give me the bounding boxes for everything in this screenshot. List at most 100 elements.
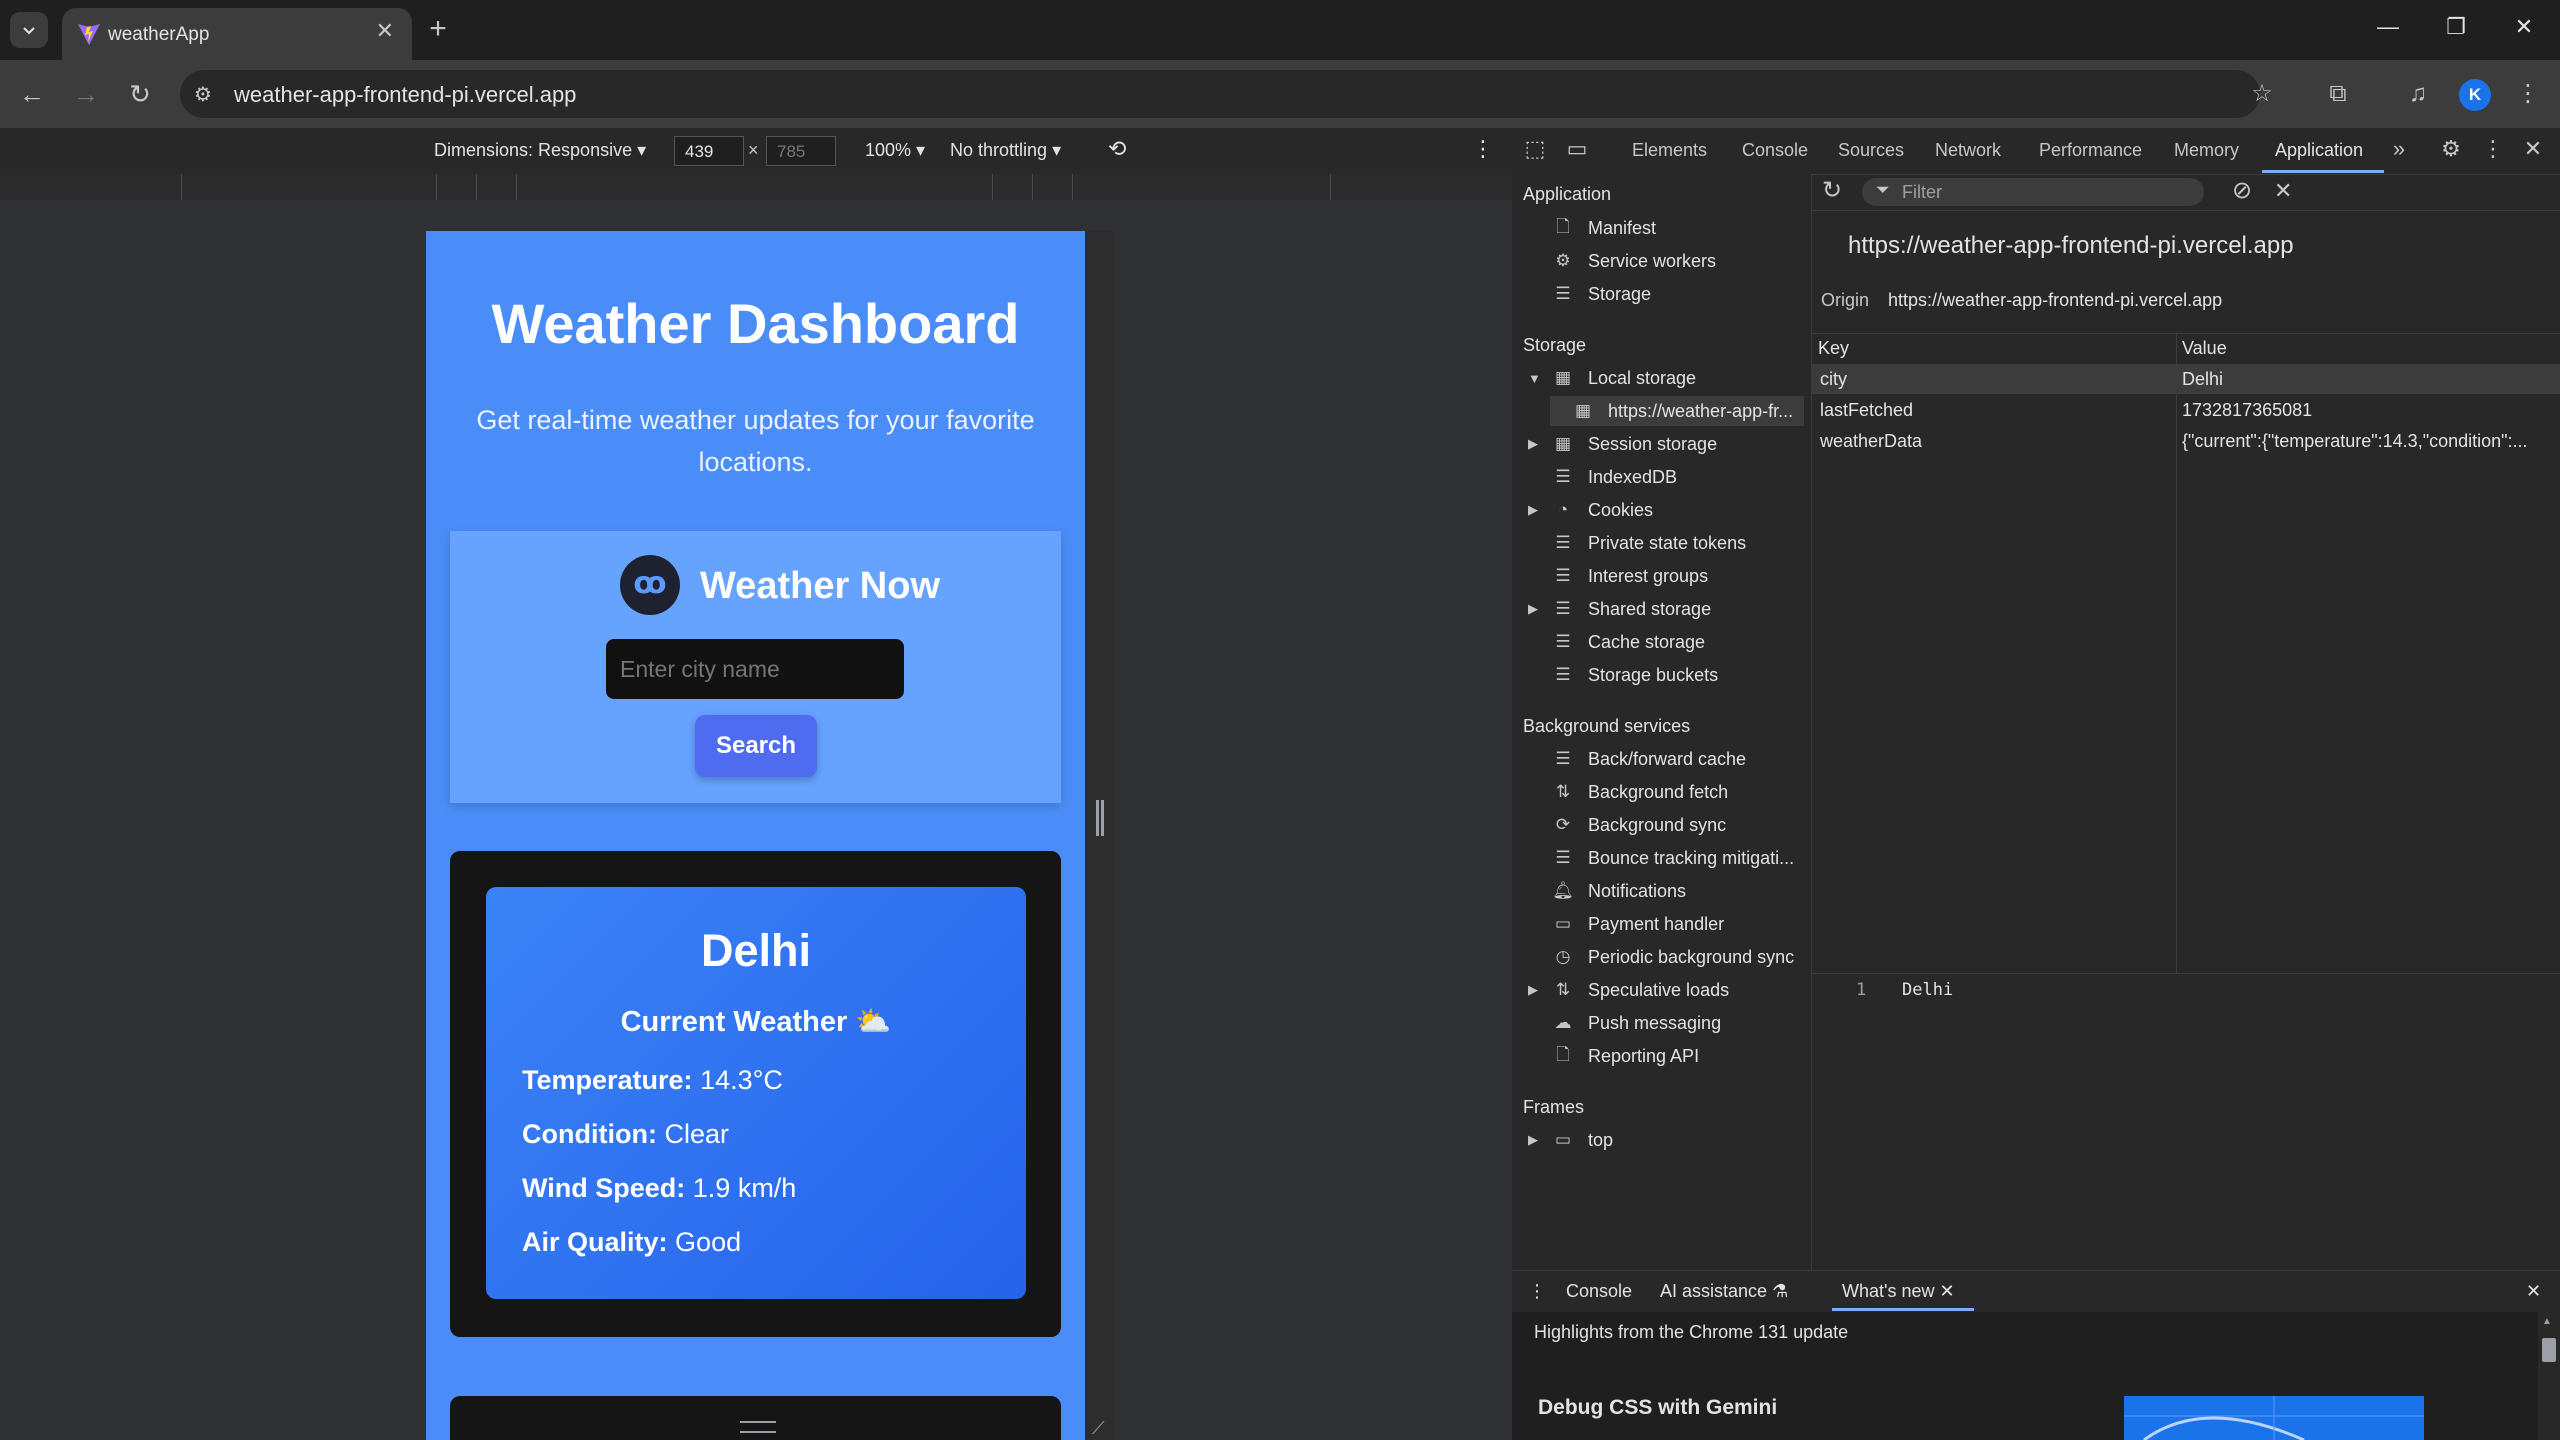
tab-application[interactable]: Application: [2275, 140, 2363, 161]
sidebar-item-bfcache[interactable]: ☰ Back/forward cache: [1550, 744, 1805, 774]
collapsed-arrow-icon[interactable]: ▶: [1528, 1132, 1538, 1148]
drawer-tab-ai-assistance[interactable]: AI assistance ⚗: [1660, 1281, 1788, 1302]
zoom-dropdown[interactable]: 100% ▾: [865, 140, 925, 161]
bookmark-star-icon[interactable]: ☆: [2242, 76, 2282, 112]
devtools-menu-icon[interactable]: ⋮: [2478, 136, 2508, 162]
close-tab-icon[interactable]: ✕: [376, 18, 394, 44]
sidebar-item-storage[interactable]: ☰ Storage: [1550, 279, 1805, 309]
tab-memory[interactable]: Memory: [2174, 140, 2239, 161]
sidebar-item-storage-buckets[interactable]: ☰ Storage buckets: [1550, 660, 1805, 690]
throttling-dropdown[interactable]: No throttling ▾: [950, 140, 1061, 161]
preview-line-number: 1: [1856, 980, 1867, 1000]
inspect-element-icon[interactable]: ⬚: [1520, 136, 1550, 162]
sidebar-item-shared-storage[interactable]: ▶ ☰ Shared storage: [1528, 594, 1805, 624]
delete-selected-icon[interactable]: ✕: [2274, 178, 2292, 204]
filter-funnel-icon: ⏷: [1876, 180, 1890, 199]
media-controls-icon[interactable]: ♫: [2398, 76, 2438, 112]
rotate-icon[interactable]: ⟲: [1108, 136, 1126, 162]
back-icon[interactable]: ←: [12, 76, 52, 112]
clear-all-icon[interactable]: ⊘: [2232, 176, 2252, 205]
sidebar-item-manifest[interactable]: 🗋 Manifest: [1550, 213, 1805, 243]
sidebar-item-cookies[interactable]: ▶ ◔ Cookies: [1528, 495, 1805, 525]
address-url[interactable]: weather-app-frontend-pi.vercel.app: [234, 82, 576, 108]
width-resize-handle[interactable]: [1096, 800, 1104, 836]
height-input[interactable]: 785: [766, 136, 836, 166]
collapsed-arrow-icon[interactable]: ▶: [1528, 502, 1538, 518]
address-bar[interactable]: ⚙ weather-app-frontend-pi.vercel.app: [180, 70, 2260, 118]
restore-icon[interactable]: ❐: [2426, 14, 2486, 40]
table-cell-value[interactable]: 1732817365081: [2182, 400, 2312, 421]
settings-gear-icon[interactable]: ⚙: [2436, 136, 2466, 162]
column-header-key[interactable]: Key: [1818, 338, 1849, 359]
dimensions-dropdown[interactable]: Dimensions: Responsive ▾: [434, 140, 646, 161]
sidebar-item-payment-handler[interactable]: ▭ Payment handler: [1550, 909, 1805, 939]
device-toggle-icon[interactable]: ▭: [1562, 136, 1592, 162]
refresh-icon[interactable]: ↻: [1822, 176, 1842, 205]
new-tab-button[interactable]: +: [420, 12, 456, 48]
sidebar-item-frame-top[interactable]: ▶ ▭ top: [1528, 1125, 1805, 1155]
drawer-tab-whats-new[interactable]: What's new ✕: [1842, 1281, 1955, 1302]
sidebar-item-interest-groups[interactable]: ☰ Interest groups: [1550, 561, 1805, 591]
column-divider[interactable]: [2176, 333, 2177, 973]
tab-elements[interactable]: Elements: [1632, 140, 1707, 161]
sidebar-item-background-fetch[interactable]: ⇅ Background fetch: [1550, 777, 1805, 807]
sidebar-item-session-storage[interactable]: ▶ ▦ Session storage: [1528, 429, 1805, 459]
sidebar-item-cache-storage[interactable]: ☰ Cache storage: [1550, 627, 1805, 657]
minimize-icon[interactable]: —: [2358, 14, 2418, 40]
feature-title[interactable]: Debug CSS with Gemini: [1538, 1396, 1777, 1420]
height-resize-handle[interactable]: [740, 1421, 776, 1433]
drawer-scrollbar[interactable]: [2538, 1312, 2560, 1440]
sidebar-item-bounce-tracking[interactable]: ☰ Bounce tracking mitigati...: [1550, 843, 1805, 873]
tab-search-button[interactable]: [10, 12, 48, 48]
extensions-icon[interactable]: ⧉: [2318, 76, 2358, 112]
search-button[interactable]: Search: [695, 715, 817, 777]
collapsed-arrow-icon[interactable]: ▶: [1528, 601, 1538, 617]
value-preview-pane: [1812, 973, 2560, 1230]
close-drawer-tab-icon[interactable]: ✕: [1940, 1281, 1955, 1301]
table-cell-value[interactable]: Delhi: [2182, 369, 2223, 390]
scrollbar-thumb[interactable]: [2542, 1338, 2556, 1362]
expanded-arrow-icon[interactable]: ▼: [1528, 371, 1541, 386]
sidebar-item-periodic-background-sync[interactable]: ◷ Periodic background sync: [1550, 942, 1805, 972]
more-tabs-icon[interactable]: »: [2384, 136, 2414, 162]
sidebar-item-local-storage-origin[interactable]: ▦ https://weather-app-fr...: [1550, 396, 1804, 426]
sidebar-item-background-sync[interactable]: ⟳ Background sync: [1550, 810, 1805, 840]
collapsed-arrow-icon[interactable]: ▶: [1528, 982, 1538, 998]
device-toolbar-menu-icon[interactable]: ⋮: [1472, 136, 1494, 162]
collapsed-arrow-icon[interactable]: ▶: [1528, 436, 1538, 452]
sidebar-item-private-state-tokens[interactable]: ☰ Private state tokens: [1550, 528, 1805, 558]
sidebar-item-local-storage[interactable]: ▼ ▦ Local storage: [1528, 363, 1805, 393]
sidebar-item-speculative-loads[interactable]: ▶ ⇅ Speculative loads: [1528, 975, 1805, 1005]
browser-tab[interactable]: weatherApp ✕: [62, 8, 412, 60]
site-settings-icon[interactable]: ⚙: [194, 82, 218, 106]
corner-resize-icon[interactable]: ⟋: [1092, 1418, 1105, 1439]
forward-icon[interactable]: →: [66, 76, 106, 112]
city-search-input[interactable]: [606, 639, 904, 699]
drawer-tab-console[interactable]: Console: [1566, 1281, 1632, 1302]
reload-icon[interactable]: ↻: [120, 76, 160, 112]
filter-input[interactable]: Filter: [1862, 178, 2204, 206]
close-drawer-icon[interactable]: ✕: [2526, 1281, 2541, 1302]
tab-network[interactable]: Network: [1935, 140, 2001, 161]
sidebar-item-push-messaging[interactable]: ☁ Push messaging: [1550, 1008, 1805, 1038]
width-input[interactable]: 439: [674, 136, 744, 166]
profile-avatar[interactable]: K: [2459, 79, 2491, 111]
sidebar-item-service-workers[interactable]: ⚙ Service workers: [1550, 246, 1805, 276]
sidebar-item-reporting-api[interactable]: 🗋 Reporting API: [1550, 1041, 1805, 1071]
tab-console[interactable]: Console: [1742, 140, 1808, 161]
table-cell-value[interactable]: {"current":{"temperature":14.3,"conditio…: [2182, 431, 2552, 452]
sidebar-item-notifications[interactable]: 🔔︎ Notifications: [1550, 876, 1805, 906]
table-cell-key[interactable]: lastFetched: [1820, 400, 1913, 421]
tab-sources[interactable]: Sources: [1838, 140, 1904, 161]
table-cell-key[interactable]: weatherData: [1820, 431, 1922, 452]
drawer-menu-icon[interactable]: ⋮: [1528, 1281, 1546, 1302]
sidebar-item-indexeddb[interactable]: ☰ IndexedDB: [1550, 462, 1805, 492]
scroll-up-arrow-icon[interactable]: ▲: [2542, 1316, 2552, 1327]
tab-performance[interactable]: Performance: [2039, 140, 2142, 161]
preview-value-text[interactable]: Delhi: [1902, 980, 1953, 1000]
close-devtools-icon[interactable]: ✕: [2518, 136, 2548, 162]
column-header-value[interactable]: Value: [2182, 338, 2227, 359]
close-window-icon[interactable]: ✕: [2494, 14, 2554, 40]
browser-menu-icon[interactable]: ⋮: [2508, 76, 2548, 112]
table-cell-key[interactable]: city: [1820, 369, 1847, 390]
